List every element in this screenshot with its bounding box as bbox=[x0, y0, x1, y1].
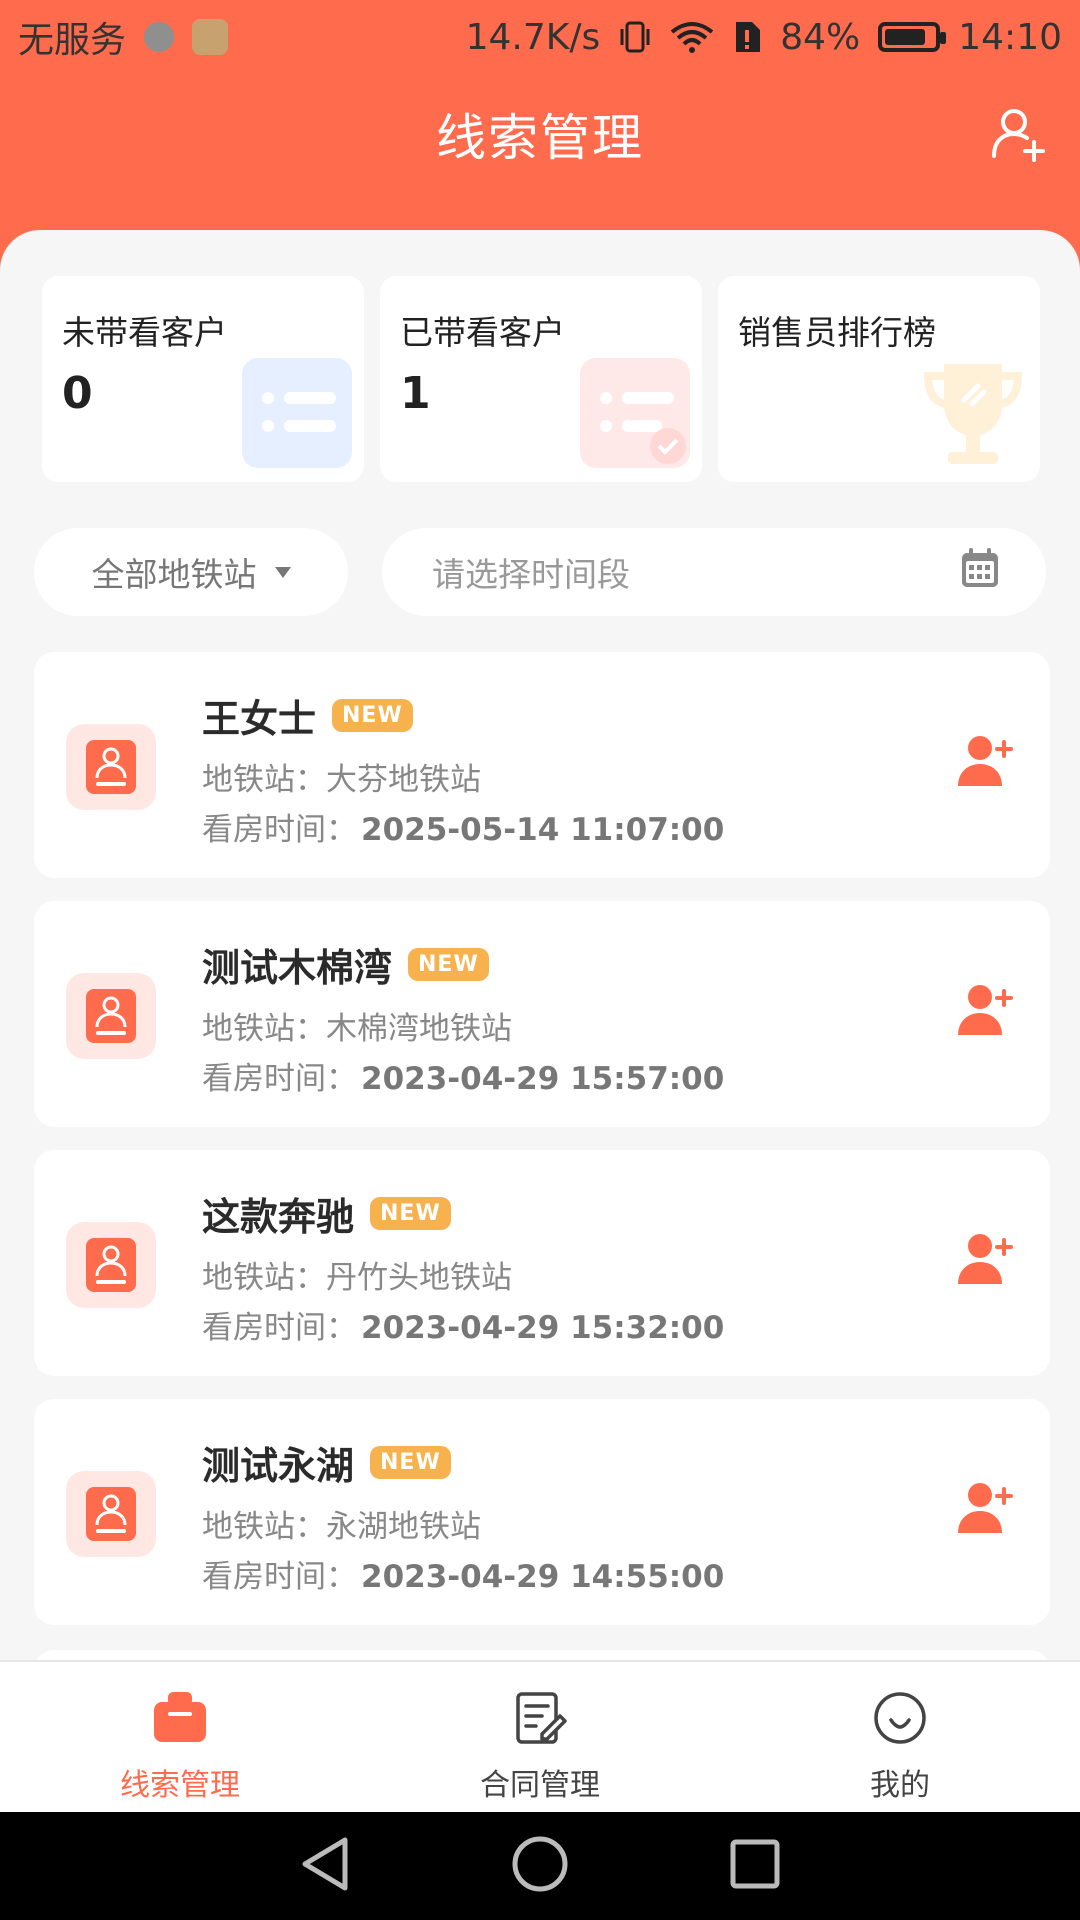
visit-time-value: 2025-05-14 11:07:00 bbox=[361, 812, 725, 848]
battery-percent: 84% bbox=[780, 16, 861, 58]
contact-card-icon bbox=[66, 1222, 156, 1308]
lead-visit-time-row: 看房时间： 2023-04-29 14:55:00 bbox=[202, 1551, 724, 1596]
lead-visit-time-row: 看房时间： 2023-04-29 15:32:00 bbox=[202, 1302, 724, 1347]
status-bar: 无服务 14.7K/s 84% 14:10 bbox=[0, 0, 1080, 74]
summary-cards: 未带看客户 0 已带看客户 1 销售员排行榜 bbox=[42, 276, 1040, 482]
system-navigation-bar bbox=[0, 1812, 1080, 1920]
cat-notification-icon bbox=[144, 22, 175, 52]
lead-name-row: 这款奔驰 NEW bbox=[202, 1186, 451, 1241]
lead-item[interactable]: 这款奔驰 NEW 地铁站：丹竹头地铁站 看房时间： 2023-04-29 15:3… bbox=[34, 1150, 1050, 1376]
visit-time-label: 看房时间： bbox=[202, 1061, 357, 1097]
nav-contract-management[interactable]: 合同管理 bbox=[360, 1662, 720, 1812]
content-sheet: 未带看客户 0 已带看客户 1 销售员排行榜 全部地铁站 请选择时间段 王女士 … bbox=[0, 230, 1080, 1680]
recents-icon[interactable] bbox=[729, 1838, 781, 1894]
card-label: 未带看客户 bbox=[62, 313, 227, 352]
add-person-icon[interactable] bbox=[958, 1232, 1014, 1292]
station-dropdown[interactable]: 全部地铁站 bbox=[34, 528, 348, 616]
lead-name-row: 测试木棉湾 NEW bbox=[202, 937, 489, 992]
new-badge: NEW bbox=[332, 699, 413, 732]
lead-name: 测试永湖 bbox=[202, 1444, 355, 1488]
date-range-input[interactable]: 请选择时间段 bbox=[382, 528, 1046, 616]
sim-alert-icon bbox=[732, 20, 762, 54]
clue-icon bbox=[152, 1690, 208, 1750]
nav-label: 线索管理 bbox=[120, 1768, 240, 1803]
visit-time-value: 2023-04-29 14:55:00 bbox=[361, 1559, 725, 1595]
visit-time-label: 看房时间： bbox=[202, 1559, 357, 1595]
lead-item[interactable]: 测试木棉湾 NEW 地铁站：木棉湾地铁站 看房时间： 2023-04-29 15:… bbox=[34, 901, 1050, 1127]
vibrate-icon bbox=[618, 19, 652, 55]
add-person-icon[interactable] bbox=[958, 983, 1014, 1043]
card-label: 销售员排行榜 bbox=[738, 313, 936, 352]
image-notification-icon bbox=[192, 19, 229, 55]
clock: 14:10 bbox=[958, 16, 1062, 58]
card-visited-customers[interactable]: 已带看客户 1 bbox=[380, 276, 702, 482]
calendar-icon[interactable] bbox=[960, 547, 1000, 597]
checklist-icon bbox=[576, 354, 694, 476]
nav-clue-management[interactable]: 线索管理 bbox=[0, 1662, 360, 1812]
lead-list: 王女士 NEW 地铁站：大芬地铁站 看房时间： 2025-05-14 11:07:… bbox=[34, 652, 1050, 1648]
lead-name: 王女士 bbox=[202, 697, 317, 741]
network-speed: 14.7K/s bbox=[465, 16, 601, 58]
battery-level-fill bbox=[885, 29, 926, 45]
nav-label: 合同管理 bbox=[480, 1768, 600, 1803]
lead-station: 地铁站：永湖地铁站 bbox=[202, 1509, 481, 1545]
lead-name: 测试木棉湾 bbox=[202, 946, 393, 990]
visit-time-value: 2023-04-29 15:32:00 bbox=[361, 1310, 725, 1346]
carrier-text: 无服务 bbox=[18, 20, 127, 61]
card-label: 已带看客户 bbox=[400, 313, 565, 352]
visit-time-value: 2023-04-29 15:57:00 bbox=[361, 1061, 725, 1097]
contact-card-icon bbox=[66, 973, 156, 1059]
status-left: 无服务 bbox=[18, 11, 229, 63]
card-sales-ranking[interactable]: 销售员排行榜 bbox=[718, 276, 1040, 482]
new-badge: NEW bbox=[370, 1446, 451, 1479]
list-icon bbox=[238, 354, 356, 476]
lead-item[interactable]: 测试永湖 NEW 地铁站：永湖地铁站 看房时间： 2023-04-29 14:55… bbox=[34, 1399, 1050, 1625]
visit-time-label: 看房时间： bbox=[202, 812, 357, 848]
bottom-nav: 线索管理 合同管理 我的 bbox=[0, 1660, 1080, 1812]
home-icon[interactable] bbox=[510, 1834, 570, 1898]
lead-visit-time-row: 看房时间： 2023-04-29 15:57:00 bbox=[202, 1053, 724, 1098]
lead-visit-time-row: 看房时间： 2025-05-14 11:07:00 bbox=[202, 804, 724, 849]
add-person-icon[interactable] bbox=[958, 734, 1014, 794]
page-title: 线索管理 bbox=[436, 109, 644, 167]
visit-time-label: 看房时间： bbox=[202, 1310, 357, 1346]
smile-icon bbox=[872, 1690, 928, 1750]
add-person-icon[interactable] bbox=[958, 1481, 1014, 1541]
caret-down-icon bbox=[274, 566, 291, 578]
lead-station: 地铁站：大芬地铁站 bbox=[202, 762, 481, 798]
nav-mine[interactable]: 我的 bbox=[720, 1662, 1080, 1812]
date-range-placeholder: 请选择时间段 bbox=[432, 555, 630, 594]
add-user-icon[interactable] bbox=[988, 104, 1048, 164]
lead-station: 地铁站：丹竹头地铁站 bbox=[202, 1260, 512, 1296]
trophy-icon bbox=[914, 354, 1032, 476]
card-unvisited-customers[interactable]: 未带看客户 0 bbox=[42, 276, 364, 482]
battery-icon bbox=[878, 22, 947, 52]
status-right: 14.7K/s 84% 14:10 bbox=[466, 17, 1062, 58]
contact-card-icon bbox=[66, 724, 156, 810]
lead-station: 地铁站：木棉湾地铁站 bbox=[202, 1011, 512, 1047]
new-badge: NEW bbox=[370, 1197, 451, 1230]
contract-icon bbox=[512, 1690, 568, 1750]
back-icon[interactable] bbox=[299, 1836, 351, 1896]
filters: 全部地铁站 请选择时间段 bbox=[34, 528, 1046, 616]
lead-name-row: 王女士 NEW bbox=[202, 688, 413, 743]
lead-name: 这款奔驰 bbox=[202, 1195, 355, 1239]
lead-name-row: 测试永湖 NEW bbox=[202, 1435, 451, 1490]
nav-label: 我的 bbox=[870, 1768, 930, 1803]
contact-card-icon bbox=[66, 1471, 156, 1557]
wifi-icon bbox=[670, 20, 714, 54]
lead-item[interactable]: 王女士 NEW 地铁站：大芬地铁站 看房时间： 2025-05-14 11:07:… bbox=[34, 652, 1050, 878]
station-dropdown-label: 全部地铁站 bbox=[91, 555, 257, 594]
new-badge: NEW bbox=[408, 948, 489, 981]
